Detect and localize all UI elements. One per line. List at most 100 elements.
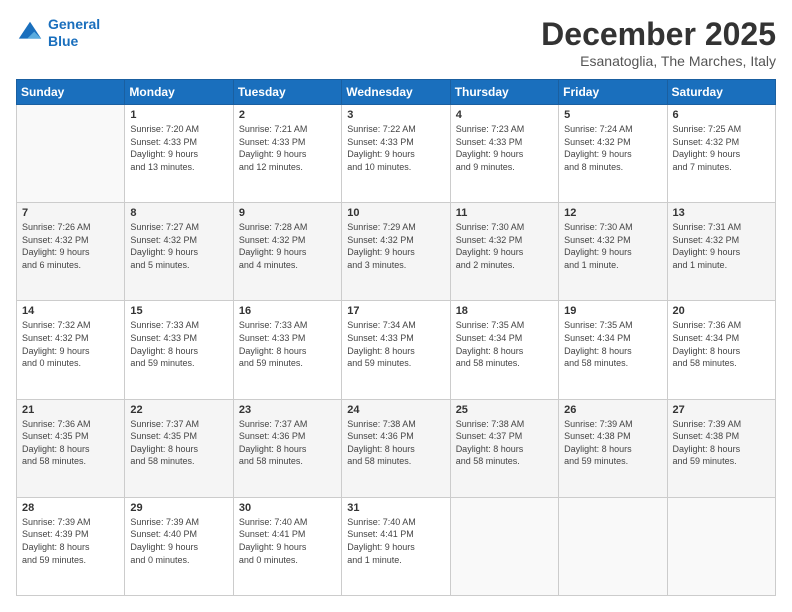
day-number: 17 — [347, 305, 444, 317]
day-number: 11 — [456, 207, 553, 219]
day-info: Sunrise: 7:35 AM Sunset: 4:34 PM Dayligh… — [456, 319, 553, 369]
calendar-day: 5 Sunrise: 7:24 AM Sunset: 4:32 PM Daylig… — [559, 105, 667, 203]
logo-general: General — [48, 16, 100, 32]
header-saturday: Saturday — [667, 80, 775, 105]
calendar-week-row: 1Sunrise: 7:20 AM Sunset: 4:33 PM Daylig… — [17, 105, 776, 203]
day-number: 25 — [456, 404, 553, 416]
calendar-week-row: 7 Sunrise: 7:26 AM Sunset: 4:32 PM Daylig… — [17, 203, 776, 301]
calendar-table: SundayMondayTuesdayWednesdayThursdayFrid… — [16, 79, 776, 596]
calendar-day: 10 Sunrise: 7:29 AM Sunset: 4:32 PM Dayli… — [342, 203, 450, 301]
day-info: Sunrise: 7:37 AM Sunset: 4:36 PM Dayligh… — [239, 418, 336, 468]
calendar-day: 30Sunrise: 7:40 AM Sunset: 4:41 PM Dayli… — [233, 497, 341, 595]
calendar-day: 25Sunrise: 7:38 AM Sunset: 4:37 PM Dayli… — [450, 399, 558, 497]
day-info: Sunrise: 7:39 AM Sunset: 4:38 PM Dayligh… — [673, 418, 770, 468]
header-sunday: Sunday — [17, 80, 125, 105]
day-info: Sunrise: 7:21 AM Sunset: 4:33 PM Dayligh… — [239, 123, 336, 173]
calendar-day: 27Sunrise: 7:39 AM Sunset: 4:38 PM Dayli… — [667, 399, 775, 497]
calendar-week-row: 28 Sunrise: 7:39 AM Sunset: 4:39 PM Dayli… — [17, 497, 776, 595]
day-info: Sunrise: 7:32 AM Sunset: 4:32 PM Dayligh… — [22, 319, 119, 369]
day-info: Sunrise: 7:36 AM Sunset: 4:34 PM Dayligh… — [673, 319, 770, 369]
calendar-week-row: 14 Sunrise: 7:32 AM Sunset: 4:32 PM Dayli… — [17, 301, 776, 399]
day-info: Sunrise: 7:24 AM Sunset: 4:32 PM Dayligh… — [564, 123, 661, 173]
day-number: 18 — [456, 305, 553, 317]
calendar-day: 23 Sunrise: 7:37 AM Sunset: 4:36 PM Dayli… — [233, 399, 341, 497]
calendar-day: 20 Sunrise: 7:36 AM Sunset: 4:34 PM Dayli… — [667, 301, 775, 399]
day-info: Sunrise: 7:27 AM Sunset: 4:32 PM Dayligh… — [130, 221, 227, 271]
day-info: Sunrise: 7:23 AM Sunset: 4:33 PM Dayligh… — [456, 123, 553, 173]
day-number: 6 — [673, 109, 770, 121]
day-number: 23 — [239, 404, 336, 416]
day-number: 16 — [239, 305, 336, 317]
day-info: Sunrise: 7:33 AM Sunset: 4:33 PM Dayligh… — [130, 319, 227, 369]
day-number: 4 — [456, 109, 553, 121]
header-friday: Friday — [559, 80, 667, 105]
day-number: 5 — [564, 109, 661, 121]
day-number: 10 — [347, 207, 444, 219]
day-info: Sunrise: 7:30 AM Sunset: 4:32 PM Dayligh… — [564, 221, 661, 271]
calendar-day — [667, 497, 775, 595]
calendar-day: 22 Sunrise: 7:37 AM Sunset: 4:35 PM Dayli… — [125, 399, 233, 497]
day-info: Sunrise: 7:37 AM Sunset: 4:35 PM Dayligh… — [130, 418, 227, 468]
calendar-day — [17, 105, 125, 203]
location-subtitle: Esanatoglia, The Marches, Italy — [541, 53, 776, 69]
day-number: 7 — [22, 207, 119, 219]
page: General Blue December 2025 Esanatoglia, … — [0, 0, 792, 612]
day-info: Sunrise: 7:28 AM Sunset: 4:32 PM Dayligh… — [239, 221, 336, 271]
month-title: December 2025 — [541, 16, 776, 53]
calendar-day: 29Sunrise: 7:39 AM Sunset: 4:40 PM Dayli… — [125, 497, 233, 595]
calendar-day: 4 Sunrise: 7:23 AM Sunset: 4:33 PM Daylig… — [450, 105, 558, 203]
calendar-day: 3 Sunrise: 7:22 AM Sunset: 4:33 PM Daylig… — [342, 105, 450, 203]
calendar-day: 17 Sunrise: 7:34 AM Sunset: 4:33 PM Dayli… — [342, 301, 450, 399]
calendar-day: 9Sunrise: 7:28 AM Sunset: 4:32 PM Daylig… — [233, 203, 341, 301]
day-number: 3 — [347, 109, 444, 121]
day-number: 14 — [22, 305, 119, 317]
header-wednesday: Wednesday — [342, 80, 450, 105]
day-number: 20 — [673, 305, 770, 317]
calendar-day: 14 Sunrise: 7:32 AM Sunset: 4:32 PM Dayli… — [17, 301, 125, 399]
day-number: 1 — [130, 109, 227, 121]
day-number: 28 — [22, 502, 119, 514]
calendar-day: 1Sunrise: 7:20 AM Sunset: 4:33 PM Daylig… — [125, 105, 233, 203]
calendar-day: 15 Sunrise: 7:33 AM Sunset: 4:33 PM Dayli… — [125, 301, 233, 399]
day-info: Sunrise: 7:22 AM Sunset: 4:33 PM Dayligh… — [347, 123, 444, 173]
calendar-day: 28 Sunrise: 7:39 AM Sunset: 4:39 PM Dayli… — [17, 497, 125, 595]
day-number: 21 — [22, 404, 119, 416]
day-number: 24 — [347, 404, 444, 416]
header-tuesday: Tuesday — [233, 80, 341, 105]
day-number: 29 — [130, 502, 227, 514]
day-info: Sunrise: 7:36 AM Sunset: 4:35 PM Dayligh… — [22, 418, 119, 468]
logo-text: General Blue — [48, 16, 100, 50]
calendar-day: 6 Sunrise: 7:25 AM Sunset: 4:32 PM Daylig… — [667, 105, 775, 203]
day-number: 22 — [130, 404, 227, 416]
day-info: Sunrise: 7:35 AM Sunset: 4:34 PM Dayligh… — [564, 319, 661, 369]
header-thursday: Thursday — [450, 80, 558, 105]
day-info: Sunrise: 7:25 AM Sunset: 4:32 PM Dayligh… — [673, 123, 770, 173]
calendar-day: 24Sunrise: 7:38 AM Sunset: 4:36 PM Dayli… — [342, 399, 450, 497]
calendar-header-row: SundayMondayTuesdayWednesdayThursdayFrid… — [17, 80, 776, 105]
day-info: Sunrise: 7:30 AM Sunset: 4:32 PM Dayligh… — [456, 221, 553, 271]
day-number: 12 — [564, 207, 661, 219]
logo: General Blue — [16, 16, 100, 50]
calendar-day: 12 Sunrise: 7:30 AM Sunset: 4:32 PM Dayli… — [559, 203, 667, 301]
calendar-day: 7 Sunrise: 7:26 AM Sunset: 4:32 PM Daylig… — [17, 203, 125, 301]
calendar-week-row: 21 Sunrise: 7:36 AM Sunset: 4:35 PM Dayli… — [17, 399, 776, 497]
calendar-day: 8 Sunrise: 7:27 AM Sunset: 4:32 PM Daylig… — [125, 203, 233, 301]
day-info: Sunrise: 7:39 AM Sunset: 4:38 PM Dayligh… — [564, 418, 661, 468]
day-number: 26 — [564, 404, 661, 416]
day-info: Sunrise: 7:39 AM Sunset: 4:39 PM Dayligh… — [22, 516, 119, 566]
day-info: Sunrise: 7:29 AM Sunset: 4:32 PM Dayligh… — [347, 221, 444, 271]
calendar-day: 21 Sunrise: 7:36 AM Sunset: 4:35 PM Dayli… — [17, 399, 125, 497]
calendar-day: 13Sunrise: 7:31 AM Sunset: 4:32 PM Dayli… — [667, 203, 775, 301]
logo-icon — [16, 19, 44, 47]
calendar-day: 18 Sunrise: 7:35 AM Sunset: 4:34 PM Dayli… — [450, 301, 558, 399]
title-block: December 2025 Esanatoglia, The Marches, … — [541, 16, 776, 69]
calendar-day — [450, 497, 558, 595]
day-number: 2 — [239, 109, 336, 121]
day-info: Sunrise: 7:26 AM Sunset: 4:32 PM Dayligh… — [22, 221, 119, 271]
day-info: Sunrise: 7:40 AM Sunset: 4:41 PM Dayligh… — [347, 516, 444, 566]
day-number: 8 — [130, 207, 227, 219]
day-number: 15 — [130, 305, 227, 317]
header-monday: Monday — [125, 80, 233, 105]
day-info: Sunrise: 7:34 AM Sunset: 4:33 PM Dayligh… — [347, 319, 444, 369]
day-info: Sunrise: 7:33 AM Sunset: 4:33 PM Dayligh… — [239, 319, 336, 369]
